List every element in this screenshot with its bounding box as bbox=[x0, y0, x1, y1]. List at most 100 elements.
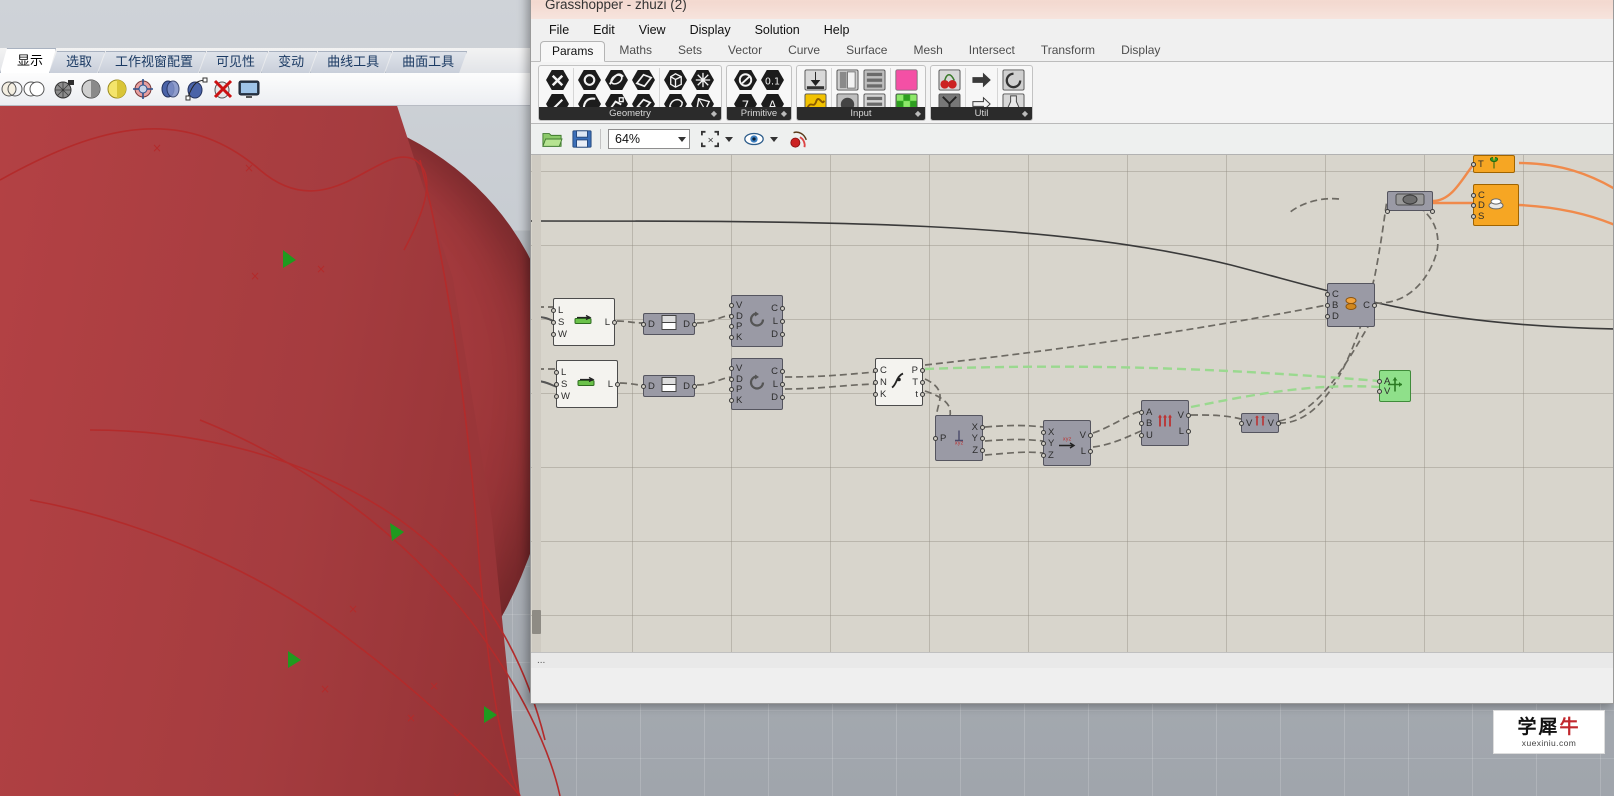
input-port-rotate-2-3[interactable] bbox=[729, 397, 734, 403]
input-port-brep-join-2[interactable] bbox=[1325, 314, 1330, 319]
curve-param-icon[interactable] bbox=[604, 69, 629, 91]
input-port-pipe-node-0[interactable] bbox=[1385, 209, 1390, 214]
output-port-divide-2-0[interactable] bbox=[692, 384, 697, 389]
output-port-rotate-1-2[interactable] bbox=[780, 332, 785, 337]
output-port-rotate-2-0[interactable] bbox=[780, 369, 785, 374]
preview-dropdown-icon[interactable] bbox=[770, 136, 778, 142]
input-port-curve-eval-0[interactable] bbox=[873, 368, 878, 373]
output-port-curve-eval-1[interactable] bbox=[920, 380, 925, 385]
input-port-vector2pt-1[interactable] bbox=[1139, 421, 1144, 426]
node-canvas[interactable]: L S W L D D V D P K C L D L S W L D D V D P K C L D C N K P Tt P X Y Zxyz X… bbox=[531, 155, 1613, 652]
rhino-tab-4[interactable]: 变动 bbox=[261, 51, 317, 73]
boolean-param-icon[interactable] bbox=[733, 69, 758, 91]
output-port-rotate-1-0[interactable] bbox=[780, 306, 785, 311]
rhino-tab-6[interactable]: 曲面工具 bbox=[385, 51, 467, 73]
ribbon-group-util[interactable]: Util ◆ bbox=[930, 65, 1033, 121]
output-port-curve-eval-2[interactable] bbox=[920, 392, 925, 397]
boolean-union-icon[interactable] bbox=[22, 77, 46, 101]
ribbon-group-geometry[interactable]: Geometry ◆ bbox=[538, 65, 722, 121]
input-port-brep-join-0[interactable] bbox=[1325, 292, 1330, 297]
gh-component-pipe-node[interactable] bbox=[1385, 191, 1435, 214]
zoom-extents-dropdown-icon[interactable] bbox=[725, 136, 733, 142]
input-port-line-sdl-1-2[interactable] bbox=[551, 332, 556, 337]
input-port-rotate-1-0[interactable] bbox=[729, 303, 734, 309]
circle-param-icon[interactable] bbox=[577, 69, 602, 91]
zoom-level-combobox[interactable]: 64% bbox=[608, 129, 690, 149]
mesh-param-icon[interactable] bbox=[690, 69, 715, 91]
monitor-icon[interactable] bbox=[237, 77, 261, 101]
input-port-con-vector-2[interactable] bbox=[1041, 452, 1046, 458]
input-port-rotate-2-2[interactable] bbox=[729, 387, 734, 393]
tab-params[interactable]: Params bbox=[540, 41, 606, 62]
zoom-extents-icon[interactable]: × bbox=[700, 130, 720, 148]
rhino-tab-3[interactable]: 可见性 bbox=[199, 51, 268, 73]
input-port-line-sdl-2-1[interactable] bbox=[554, 382, 559, 387]
output-port-decon-point-1[interactable] bbox=[980, 436, 985, 441]
tab-curve[interactable]: Curve bbox=[776, 40, 832, 61]
output-port-curve-eval-0[interactable] bbox=[920, 368, 925, 373]
gh-component-divide-2[interactable]: DD bbox=[641, 375, 697, 397]
render-mesh-icon[interactable] bbox=[52, 77, 76, 101]
tab-mesh[interactable]: Mesh bbox=[901, 40, 954, 61]
eye-preview-icon[interactable] bbox=[743, 130, 765, 148]
component-tab-bar[interactable]: Params Maths Sets Vector Curve Surface Mesh Int… bbox=[531, 40, 1613, 62]
output-port-divide-1-0[interactable] bbox=[692, 322, 697, 327]
menu-item-help[interactable]: Help bbox=[824, 23, 850, 37]
output-port-line-sdl-2-0[interactable] bbox=[615, 382, 620, 387]
input-port-green-node-0[interactable] bbox=[1377, 378, 1382, 384]
ribbon-group-input[interactable]: Input ◆ bbox=[796, 65, 926, 121]
rhino-tab-strip[interactable]: 显示 选取 工作视窗配置 可见性 变动 曲线工具 曲面工具 bbox=[0, 48, 460, 73]
input-port-vector2pt-0[interactable] bbox=[1139, 409, 1144, 415]
gh-component-rotate-2[interactable]: VDPKCLD bbox=[729, 358, 785, 410]
menu-item-display[interactable]: Display bbox=[690, 23, 731, 37]
gh-component-mesh-pipe[interactable]: CDS bbox=[1471, 184, 1519, 226]
input-port-rotate-2-0[interactable] bbox=[729, 366, 734, 372]
ribbon-expand-icon[interactable]: ◆ bbox=[915, 107, 921, 120]
bake-arrow-icon[interactable] bbox=[969, 69, 994, 91]
cherry-cluster-icon[interactable] bbox=[937, 69, 962, 91]
output-port-line-sdl-1-0[interactable] bbox=[612, 320, 617, 325]
rhino-tab-5[interactable]: 曲线工具 bbox=[310, 51, 392, 73]
gh-component-vector-sm[interactable]: VV bbox=[1239, 413, 1281, 433]
input-port-line-sdl-2-2[interactable] bbox=[554, 394, 559, 399]
input-port-decon-point-0[interactable] bbox=[933, 436, 938, 441]
gh-component-divide-1[interactable]: DD bbox=[641, 313, 697, 335]
shaded-view-icon[interactable] bbox=[79, 77, 103, 101]
gh-component-brep-join[interactable]: CBDC bbox=[1325, 283, 1377, 327]
menu-item-solution[interactable]: Solution bbox=[755, 23, 800, 37]
output-port-rotate-1-1[interactable] bbox=[780, 319, 785, 324]
output-port-pipe-node-0[interactable] bbox=[1430, 209, 1435, 214]
input-port-rotate-1-2[interactable] bbox=[729, 324, 734, 330]
ribbon-group-primitive[interactable]: 0.1 7 A Primitive ◆ bbox=[726, 65, 792, 121]
input-port-rotate-1-1[interactable] bbox=[729, 313, 734, 319]
ribbon-expand-icon[interactable]: ◆ bbox=[711, 107, 717, 120]
gh-component-curve-eval[interactable]: CNK PTt bbox=[873, 358, 925, 406]
surface-param-icon[interactable] bbox=[631, 69, 656, 91]
input-port-curve-eval-1[interactable] bbox=[873, 380, 878, 385]
slider-icon[interactable] bbox=[803, 69, 828, 91]
input-port-con-vector-1[interactable] bbox=[1041, 441, 1046, 446]
output-port-con-vector-1[interactable] bbox=[1088, 448, 1093, 454]
input-port-con-vector-0[interactable] bbox=[1041, 429, 1046, 435]
output-port-vector-sm-0[interactable] bbox=[1276, 421, 1281, 426]
input-port-custom-preview-0[interactable] bbox=[1471, 162, 1476, 167]
gh-component-vector2pt[interactable]: ABU VL bbox=[1139, 400, 1191, 446]
input-port-mesh-pipe-0[interactable] bbox=[1471, 192, 1476, 198]
pen-view-icon[interactable] bbox=[158, 77, 182, 101]
tab-display[interactable]: Display bbox=[1109, 40, 1172, 61]
tab-maths[interactable]: Maths bbox=[607, 40, 664, 61]
menu-item-file[interactable]: File bbox=[549, 23, 569, 37]
output-port-decon-point-2[interactable] bbox=[980, 447, 985, 453]
output-port-decon-point-0[interactable] bbox=[980, 424, 985, 430]
rhino-tab-1[interactable]: 选取 bbox=[49, 51, 105, 73]
bake-cherry-icon[interactable] bbox=[788, 129, 810, 149]
input-port-rotate-1-3[interactable] bbox=[729, 334, 734, 340]
gradient-icon[interactable] bbox=[894, 69, 919, 91]
input-port-vector2pt-2[interactable] bbox=[1139, 432, 1144, 438]
rhino-tab-0[interactable]: 显示 bbox=[0, 48, 56, 73]
output-port-vector2pt-1[interactable] bbox=[1186, 428, 1191, 434]
input-port-divide-2-0[interactable] bbox=[641, 384, 646, 389]
gh-component-green-node[interactable]: AV bbox=[1377, 370, 1411, 402]
input-port-line-sdl-2-0[interactable] bbox=[554, 370, 559, 375]
input-port-brep-join-1[interactable] bbox=[1325, 303, 1330, 308]
